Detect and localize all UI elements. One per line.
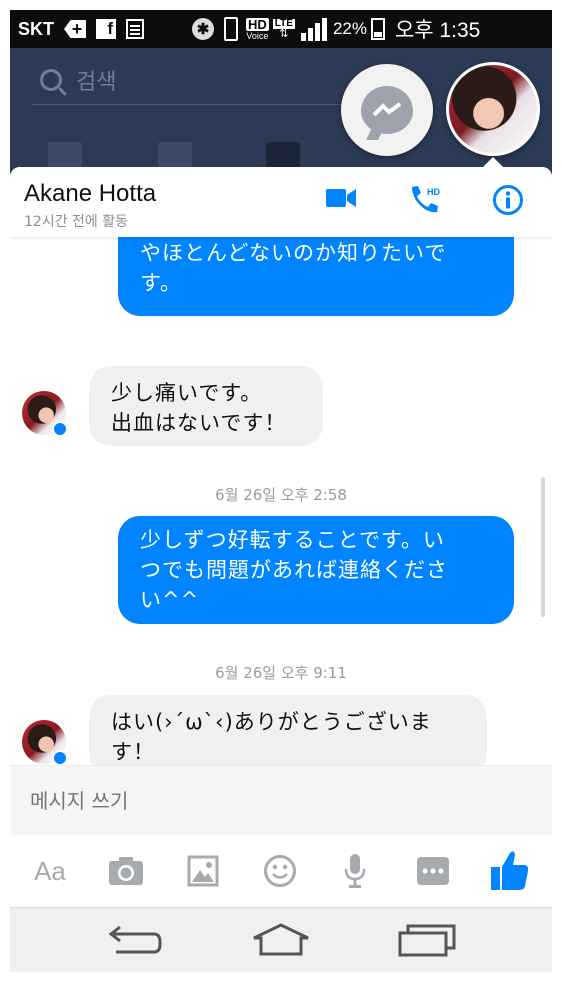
info-icon[interactable] <box>492 184 524 216</box>
message-list[interactable]: はありませんか。出血は、もは やほとんどないのか知りたいで す。 少し痛いです。… <box>10 237 552 765</box>
hd-label: HD <box>246 16 269 32</box>
messenger-badge-icon <box>52 750 68 765</box>
message-text: 少し痛いです。 出血はないです！ <box>111 381 287 435</box>
contact-avatar[interactable] <box>22 391 68 437</box>
message-bubble-incoming[interactable]: はい(›´ω`‹)ありがとうございま す！ <box>89 695 487 765</box>
plus-notification-icon: + <box>64 20 86 38</box>
message-text: はい(›´ω`‹)ありがとうございま す！ <box>111 710 432 764</box>
clock: 오후 1:35 <box>394 19 481 42</box>
messages-icon <box>266 142 300 170</box>
search-placeholder: 검색 <box>76 70 117 95</box>
friends-icon <box>158 142 192 170</box>
contact-avatar[interactable] <box>22 720 68 765</box>
recents-icon[interactable] <box>398 922 456 958</box>
messenger-icon <box>361 86 413 134</box>
device-screen: SKT + f ✱ HD Voice LTE ⇅ 22% 오후 1:35 검색 <box>10 10 552 972</box>
like-icon[interactable] <box>490 849 530 891</box>
gallery-icon[interactable] <box>187 853 219 889</box>
messenger-chat-head[interactable] <box>341 64 433 156</box>
message-bubble-outgoing[interactable]: はありませんか。出血は、もは やほとんどないのか知りたいで す。 <box>118 237 514 316</box>
battery-icon <box>370 18 385 40</box>
status-bar: SKT + f ✱ HD Voice LTE ⇅ 22% 오후 1:35 <box>10 10 552 48</box>
signal-icon <box>300 17 327 41</box>
hd-voice-icon: HD Voice <box>246 16 269 41</box>
search-icon <box>40 69 62 91</box>
message-scrollbar[interactable] <box>541 477 545 617</box>
composer-toolbar: Aa <box>10 835 552 907</box>
message-bubble-outgoing[interactable]: 少しずつ好転することです。い つでも問題があれば連絡くださ い^^ <box>118 516 514 624</box>
document-notification-icon <box>126 19 144 39</box>
more-icon[interactable] <box>417 853 449 889</box>
mic-icon[interactable] <box>343 853 367 889</box>
bluetooth-icon: ✱ <box>192 18 214 40</box>
back-icon[interactable] <box>106 922 162 958</box>
android-navigation-bar <box>10 907 552 972</box>
message-bubble-incoming[interactable]: 少し痛いです。 出血はないです！ <box>89 366 323 446</box>
search-underline <box>32 104 352 105</box>
vibrate-icon <box>224 17 238 41</box>
chat-head-pointer <box>483 157 503 167</box>
message-text: 少しずつ好転することです。い つでも問題があれば連絡くださ い^^ <box>140 528 448 612</box>
camera-icon[interactable] <box>108 853 144 889</box>
lte-arrows: ⇅ <box>279 27 289 40</box>
text-format-button[interactable]: Aa <box>30 853 70 889</box>
voice-label: Voice <box>246 30 269 41</box>
conversation-header: Akane Hotta 12시간 전에 활동 HD <box>10 167 552 237</box>
conversation-card: Akane Hotta 12시간 전에 활동 HD はありませんか。出血は、もは… <box>10 167 552 907</box>
carrier-label: SKT <box>18 18 54 39</box>
svg-text:HD: HD <box>427 187 440 197</box>
facebook-notification-icon: f <box>96 19 116 39</box>
messenger-badge-icon <box>52 421 68 437</box>
messenger-bolt-icon <box>372 102 402 117</box>
background-search[interactable]: 검색 <box>40 64 116 96</box>
composer-bar <box>10 765 552 836</box>
emoji-icon[interactable] <box>263 853 297 889</box>
message-timestamp: 6월 26일 오후 9:11 <box>215 664 347 682</box>
lte-label: LTE <box>272 17 295 29</box>
contact-active-status: 12시간 전에 활동 <box>24 214 128 230</box>
message-timestamp: 6월 26일 오후 2:58 <box>215 486 347 504</box>
message-text: はありませんか。出血は、もは やほとんどないのか知りたいで す。 <box>140 241 447 295</box>
news-feed-icon <box>48 142 82 170</box>
message-input[interactable] <box>28 788 532 814</box>
home-icon[interactable] <box>251 922 311 958</box>
battery-percent: 22% <box>332 19 367 38</box>
video-call-icon[interactable] <box>326 187 356 209</box>
lte-icon: LTE ⇅ <box>272 17 295 40</box>
contact-name[interactable]: Akane Hotta <box>24 180 156 208</box>
contact-chat-head-avatar[interactable] <box>446 62 540 156</box>
phone-hd-icon[interactable]: HD <box>408 184 442 216</box>
